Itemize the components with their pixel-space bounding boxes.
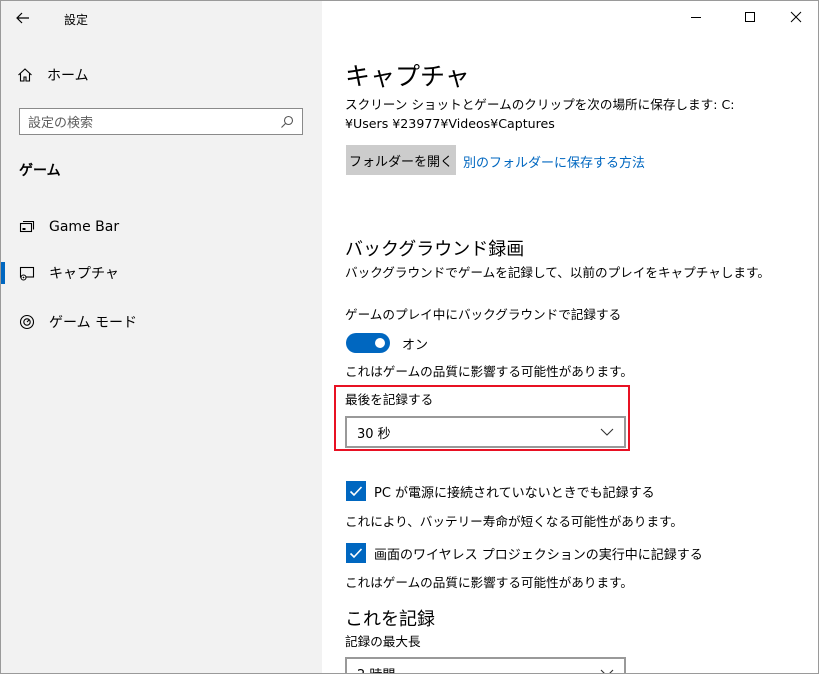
record-last-dropdown[interactable]: 30 秒 bbox=[345, 416, 626, 448]
record-this-heading: これを記録 bbox=[345, 609, 435, 630]
bg-record-toggle-label: ゲームのプレイ中にバックグラウンドで記録する bbox=[345, 307, 622, 322]
home-icon bbox=[18, 68, 32, 82]
sidebar-item-game-bar[interactable]: Game Bar bbox=[1, 214, 322, 240]
battery-record-checkbox[interactable] bbox=[346, 481, 366, 501]
sidebar-item-label: ゲーム モード bbox=[49, 315, 138, 331]
other-folder-link[interactable]: 別のフォルダーに保存する方法 bbox=[463, 152, 645, 171]
settings-window: 設定 ホーム 設定の検索 ゲーム Game Bar キャプチャ ゲーム モード … bbox=[0, 0, 819, 674]
battery-record-label: PC が電源に接続されていないときでも記録する bbox=[374, 486, 655, 501]
chevron-down-icon bbox=[600, 428, 614, 436]
wireless-record-checkbox[interactable] bbox=[346, 543, 366, 563]
sidebar-section-title: ゲーム bbox=[19, 163, 61, 179]
capture-icon bbox=[19, 266, 35, 281]
page-title: キャプチャ bbox=[345, 62, 470, 91]
bg-record-toggle[interactable] bbox=[346, 333, 390, 353]
back-button[interactable] bbox=[15, 7, 37, 29]
open-folder-button[interactable]: フォルダーを開く bbox=[346, 145, 456, 175]
sidebar-item-label: Game Bar bbox=[49, 219, 120, 235]
window-title: 設定 bbox=[64, 13, 89, 27]
search-icon[interactable] bbox=[280, 115, 294, 129]
back-arrow-icon bbox=[16, 12, 29, 24]
sidebar-item-label: ホーム bbox=[47, 68, 89, 84]
search-placeholder: 設定の検索 bbox=[28, 116, 94, 131]
bg-recording-desc: バックグラウンドでゲームを記録して、以前のプレイをキャプチャします。 bbox=[345, 265, 770, 280]
maximize-icon[interactable] bbox=[743, 10, 757, 24]
checkmark-icon bbox=[349, 548, 363, 559]
sidebar-item-home[interactable]: ホーム bbox=[17, 64, 89, 86]
sidebar-item-label: キャプチャ bbox=[49, 266, 119, 282]
toggle-knob bbox=[375, 338, 385, 348]
sidebar: 設定 ホーム 設定の検索 ゲーム Game Bar キャプチャ ゲーム モード bbox=[1, 1, 322, 673]
dropdown-value: 30 秒 bbox=[357, 426, 391, 442]
battery-record-note: これにより、バッテリー寿命が短くなる可能性があります。 bbox=[345, 514, 684, 529]
max-length-label: 記録の最大長 bbox=[345, 634, 421, 649]
main-content: キャプチャ スクリーン ショットとゲームのクリップを次の場所に保存します: C:… bbox=[322, 1, 818, 673]
selection-indicator bbox=[1, 262, 5, 284]
bg-record-note: これはゲームの品質に影響する可能性があります。 bbox=[345, 364, 634, 379]
bg-recording-heading: バックグラウンド録画 bbox=[345, 239, 525, 260]
sidebar-item-capture[interactable]: キャプチャ bbox=[1, 260, 322, 286]
wireless-record-note: これはゲームの品質に影響する可能性があります。 bbox=[345, 575, 634, 590]
sidebar-item-game-mode[interactable]: ゲーム モード bbox=[1, 309, 322, 335]
close-icon[interactable] bbox=[789, 10, 803, 24]
search-input[interactable]: 設定の検索 bbox=[19, 108, 303, 135]
save-location-text: スクリーン ショットとゲームのクリップを次の場所に保存します: C:¥Users… bbox=[345, 97, 735, 131]
chevron-down-icon bbox=[600, 669, 614, 673]
dropdown-value: 2 時間 bbox=[357, 664, 600, 674]
record-last-label: 最後を記録する bbox=[345, 392, 434, 407]
max-length-dropdown[interactable]: 2 時間 bbox=[345, 657, 626, 674]
wireless-record-label: 画面のワイヤレス プロジェクションの実行中に記録する bbox=[374, 548, 703, 563]
toggle-state-label: オン bbox=[402, 338, 429, 353]
checkmark-icon bbox=[349, 486, 363, 497]
game-mode-icon bbox=[19, 314, 35, 330]
game-bar-icon bbox=[19, 220, 35, 233]
minimize-icon[interactable] bbox=[689, 10, 703, 24]
